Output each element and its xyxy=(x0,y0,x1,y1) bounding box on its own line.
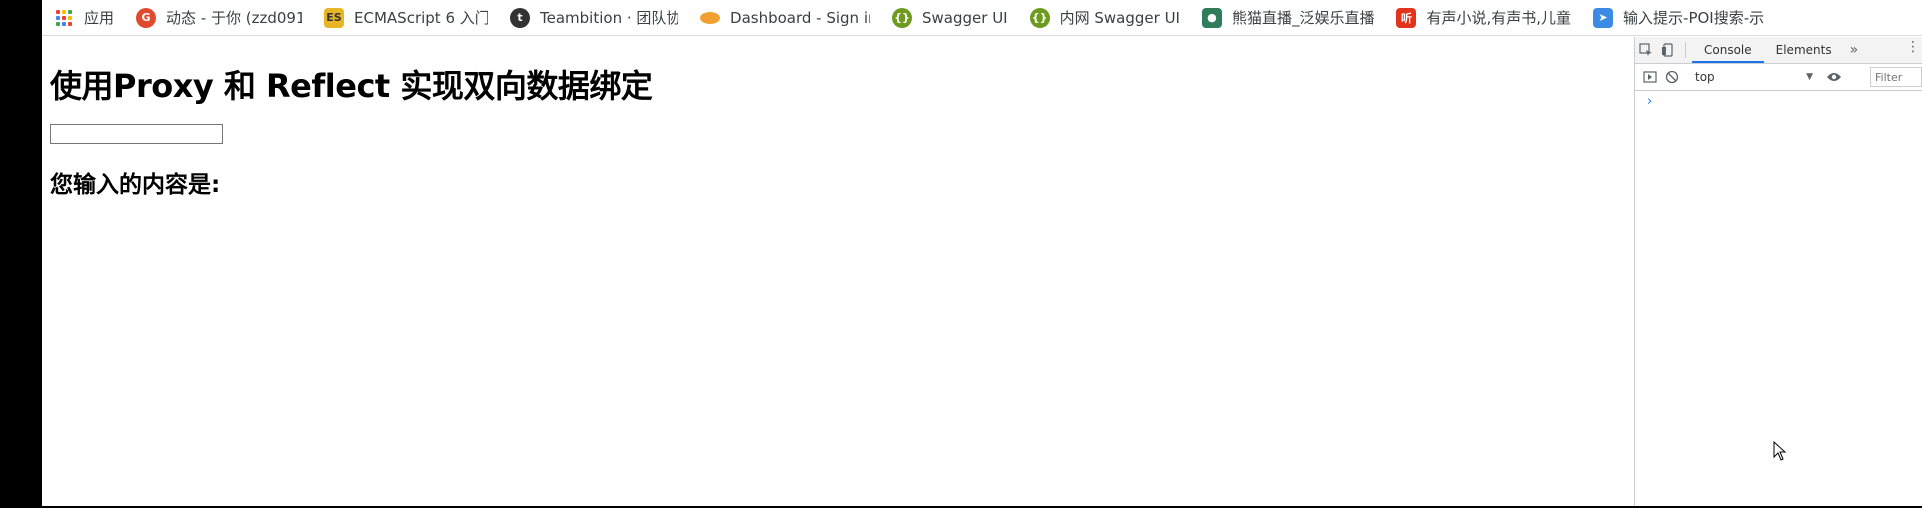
tab-console[interactable]: Console xyxy=(1692,37,1764,63)
context-value: top xyxy=(1695,70,1715,84)
amap-logo-icon: ➤ xyxy=(1593,7,1614,28)
bookmark-label: 输入提示-POI搜索-示 xyxy=(1623,9,1765,27)
context-select[interactable]: top ▼ xyxy=(1689,67,1819,87)
bookmark-dongtai[interactable]: G 动态 - 于你 (zzd0916 xyxy=(136,4,302,32)
tab-elements[interactable]: Elements xyxy=(1764,37,1844,63)
mouse-cursor-icon xyxy=(1773,441,1787,461)
text-input[interactable] xyxy=(50,124,223,144)
console-toolbar: top ▼ xyxy=(1635,64,1922,91)
devtools-tabbar: Console Elements » ⋮ xyxy=(1635,37,1922,64)
bookmark-label: Teambition · 团队协 xyxy=(540,9,679,27)
bookmark-label: Dashboard - Sign in xyxy=(730,8,871,27)
page-heading: 使用Proxy 和 Reflect 实现双向数据绑定 xyxy=(50,67,653,105)
clear-console-icon[interactable] xyxy=(1661,66,1683,88)
ting-logo-icon: 听 xyxy=(1396,7,1417,28)
panda-logo-icon: ● xyxy=(1201,7,1222,28)
bookmark-swagger-intranet[interactable]: {} 内网 Swagger UI xyxy=(1029,4,1180,32)
bookmark-panda[interactable]: ● 熊猫直播_泛娱乐直播 xyxy=(1201,4,1375,32)
page-content: 使用Proxy 和 Reflect 实现双向数据绑定 您输入的内容是: xyxy=(42,37,1634,506)
bookmark-label: 应用 xyxy=(84,9,115,27)
kebab-menu-icon[interactable]: ⋮ xyxy=(1906,39,1920,55)
bookmark-label: 动态 - 于你 (zzd0916 xyxy=(166,9,303,27)
bookmarks-bar: 应用 G 动态 - 于你 (zzd0916 ES ECMAScript 6 入门… xyxy=(42,0,1922,36)
bookmark-label: 内网 Swagger UI xyxy=(1059,9,1180,27)
browser-window: 应用 G 动态 - 于你 (zzd0916 ES ECMAScript 6 入门… xyxy=(42,0,1922,506)
filter-input[interactable] xyxy=(1870,67,1922,87)
dropdown-arrow-icon: ▼ xyxy=(1806,72,1813,82)
bookmark-label: ECMAScript 6 入门 xyxy=(354,9,489,27)
bookmark-label: Swagger UI xyxy=(922,8,1008,27)
device-toggle-icon[interactable] xyxy=(1657,39,1679,61)
more-tabs-button[interactable]: » xyxy=(1844,42,1865,58)
inspect-element-icon[interactable] xyxy=(1635,39,1657,61)
output-label: 您输入的内容是: xyxy=(50,172,221,198)
bookmark-teambition[interactable]: t Teambition · 团队协 xyxy=(510,4,678,32)
es-logo-icon: ES xyxy=(324,7,345,28)
bookmark-amap[interactable]: ➤ 输入提示-POI搜索-示 xyxy=(1593,4,1764,32)
teambition-logo-icon: t xyxy=(510,7,531,28)
console-prompt[interactable]: › xyxy=(1635,91,1922,109)
devtools-panel: Console Elements » ⋮ top ▼ › xyxy=(1634,37,1922,506)
g-logo-icon: G xyxy=(136,7,157,28)
bookmark-apps[interactable]: 应用 xyxy=(56,4,114,32)
toolbar-divider xyxy=(1685,42,1686,58)
bookmark-swagger[interactable]: {} Swagger UI xyxy=(892,4,1008,32)
swagger-logo-icon: {} xyxy=(1029,7,1050,28)
bookmark-ting[interactable]: 听 有声小说,有声书,儿童 xyxy=(1396,4,1571,32)
swagger-logo-icon: {} xyxy=(892,7,913,28)
eye-icon[interactable] xyxy=(1823,66,1845,88)
bookmark-ecmascript[interactable]: ES ECMAScript 6 入门 xyxy=(324,4,488,32)
sidebar-toggle-icon[interactable] xyxy=(1639,66,1661,88)
dashboard-logo-icon xyxy=(700,11,721,24)
apps-grid-icon xyxy=(56,9,72,26)
bookmark-label: 有声小说,有声书,儿童 xyxy=(1426,9,1572,27)
bookmark-label: 熊猫直播_泛娱乐直播 xyxy=(1231,9,1375,27)
bookmark-dashboard[interactable]: Dashboard - Sign in xyxy=(700,4,870,32)
